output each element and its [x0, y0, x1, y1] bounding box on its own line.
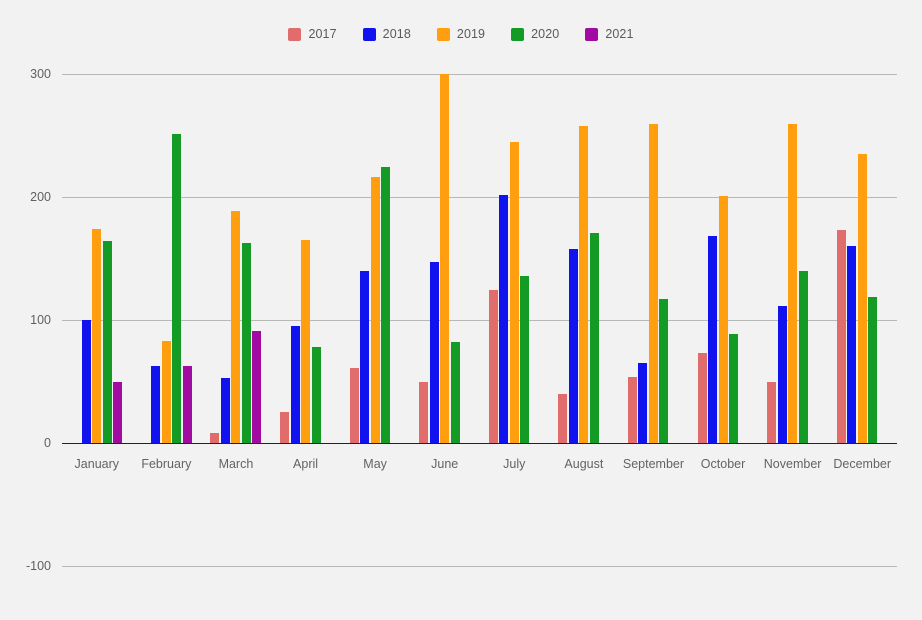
bar-2019[interactable]: [579, 125, 589, 443]
x-axis-tick-label: December: [833, 457, 892, 471]
bar-group: August: [549, 74, 619, 471]
bar-2018[interactable]: [151, 365, 161, 443]
bar-2020[interactable]: [589, 232, 599, 443]
bar-2017[interactable]: [558, 393, 568, 443]
legend-item-2019[interactable]: 2019: [436, 27, 486, 42]
bar-2017[interactable]: [419, 381, 429, 443]
bar-2021[interactable]: [252, 331, 262, 443]
y-axis-tick-label: 300: [30, 67, 51, 81]
bar-2020[interactable]: [659, 299, 669, 443]
legend-label: 2018: [382, 27, 411, 42]
bar-group: March: [201, 74, 271, 471]
bar-2019[interactable]: [509, 141, 519, 443]
x-axis-tick-label: May: [363, 457, 387, 471]
bar-group: June: [410, 74, 480, 471]
bar-2017[interactable]: [349, 367, 359, 443]
legend-item-2018[interactable]: 2018: [362, 27, 411, 42]
bar-2019[interactable]: [92, 228, 102, 443]
bar-2020[interactable]: [868, 296, 878, 443]
bar-group: January: [62, 74, 132, 471]
bar-2019[interactable]: [440, 74, 450, 443]
chart-legend: 2017 2018 2019 2020 2021: [0, 28, 922, 41]
bar-group: April: [271, 74, 341, 471]
x-axis-tick-label: November: [763, 457, 822, 471]
bar-2020[interactable]: [798, 270, 808, 443]
bar-2017[interactable]: [210, 433, 220, 443]
y-axis-tick-label: 100: [30, 313, 51, 327]
x-axis-tick-label: October: [700, 457, 746, 471]
bar-2021[interactable]: [182, 365, 192, 443]
bar-chart: 2017 2018 2019 2020 2021 300 200 100 0 -100 Janu…: [0, 0, 922, 620]
bar-2017[interactable]: [627, 376, 637, 443]
bar-2020[interactable]: [729, 333, 739, 443]
bar-2018[interactable]: [847, 246, 857, 443]
bar-group: July: [480, 74, 550, 471]
bar-2017[interactable]: [697, 353, 707, 443]
bar-2018[interactable]: [638, 363, 648, 443]
bar-2018[interactable]: [220, 377, 230, 443]
bar-2020[interactable]: [102, 241, 112, 443]
bar-2018[interactable]: [568, 248, 578, 443]
bar-2017[interactable]: [280, 412, 290, 443]
bar-2017[interactable]: [767, 381, 777, 443]
bar-2019[interactable]: [370, 177, 380, 443]
bar-2020[interactable]: [381, 167, 391, 443]
plot-area: 300 200 100 0 -100 January February March April…: [26, 67, 897, 573]
x-axis-tick-label: July: [503, 457, 526, 471]
x-axis-tick-label: March: [218, 457, 254, 471]
gridline: -100: [26, 559, 897, 573]
bar-2019[interactable]: [648, 124, 658, 443]
legend-label: 2017: [308, 27, 337, 42]
legend-swatch-2020-icon: [511, 28, 525, 41]
legend-label: 2020: [531, 27, 560, 42]
bar-2019[interactable]: [718, 195, 728, 443]
legend-swatch-2017-icon: [288, 28, 302, 41]
bar-2019[interactable]: [857, 153, 867, 443]
legend-swatch-2019-icon: [436, 28, 450, 41]
bar-2019[interactable]: [788, 124, 798, 443]
legend-item-2021[interactable]: 2021: [585, 28, 633, 41]
bar-2020[interactable]: [520, 275, 530, 443]
bar-2017[interactable]: [836, 230, 846, 443]
bar-2020[interactable]: [172, 134, 182, 443]
bar-2019[interactable]: [301, 240, 311, 443]
x-axis-tick-label: February: [141, 457, 192, 471]
legend-item-2020[interactable]: 2020: [511, 28, 559, 41]
bar-2018[interactable]: [777, 306, 787, 443]
bar-group: December: [827, 74, 897, 471]
bar-2018[interactable]: [499, 194, 509, 443]
bar-2017[interactable]: [488, 290, 498, 443]
bar-2018[interactable]: [81, 320, 91, 443]
bar-group: November: [758, 74, 828, 471]
y-axis-tick-label: -100: [25, 559, 51, 573]
bar-2020[interactable]: [241, 242, 251, 443]
bar-group: October: [688, 74, 758, 471]
x-axis-tick-label: August: [564, 457, 604, 471]
bar-2020[interactable]: [450, 342, 460, 443]
bar-2021[interactable]: [113, 381, 123, 443]
y-axis-tick-label: 200: [30, 190, 51, 204]
x-axis-tick-label: June: [431, 457, 459, 471]
bar-2018[interactable]: [708, 236, 718, 443]
bar-2019[interactable]: [231, 210, 241, 443]
x-axis-tick-label: September: [622, 457, 685, 471]
bar-group: September: [619, 74, 689, 471]
legend-swatch-2021-icon: [585, 28, 599, 41]
legend-swatch-2018-icon: [362, 28, 376, 41]
bar-group: May: [340, 74, 410, 471]
bar-2018[interactable]: [360, 270, 370, 443]
bar-2018[interactable]: [429, 262, 439, 443]
x-axis-tick-label: January: [74, 457, 120, 471]
bar-groups: January February March April May June July Augu…: [62, 74, 897, 566]
legend-item-2017[interactable]: 2017: [288, 27, 337, 42]
y-axis-tick-label: 0: [44, 436, 51, 450]
x-axis-tick-label: April: [293, 457, 319, 471]
bar-2018[interactable]: [290, 326, 300, 443]
bar-2020[interactable]: [311, 347, 321, 443]
legend-label: 2021: [605, 27, 634, 42]
bar-group: February: [132, 74, 202, 471]
bar-2019[interactable]: [161, 340, 171, 443]
legend-label: 2019: [456, 27, 486, 42]
